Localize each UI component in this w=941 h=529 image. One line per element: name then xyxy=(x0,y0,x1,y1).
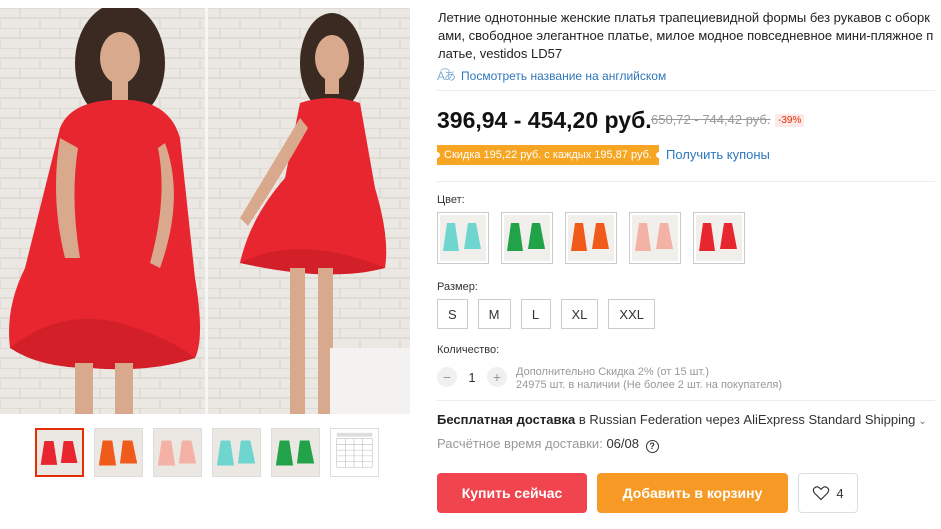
original-price: 650,72 - 744,42 руб. xyxy=(651,112,771,127)
get-coupons-link[interactable]: Получить купоны xyxy=(666,147,770,162)
add-to-cart-button[interactable]: Добавить в корзину xyxy=(597,473,788,513)
quantity-decrease-button[interactable]: − xyxy=(437,367,457,387)
thumbnail-red[interactable] xyxy=(35,428,84,477)
thumbnail-orange[interactable] xyxy=(94,428,143,477)
bulk-discount-text: Дополнительно Скидка 2% (от 15 шт.) xyxy=(516,366,710,378)
thumbnail-size-chart[interactable] xyxy=(330,428,379,477)
quantity-stepper: − 1 + xyxy=(437,367,507,387)
size-label: Размер: xyxy=(437,281,478,293)
quantity-label: Количество: xyxy=(437,344,500,356)
divider xyxy=(437,400,935,401)
quantity-value[interactable]: 1 xyxy=(457,370,487,385)
divider xyxy=(437,181,935,182)
quantity-increase-button[interactable]: + xyxy=(487,367,507,387)
stock-text: 24975 шт. в наличии (Не более 2 шт. на п… xyxy=(516,379,783,391)
main-product-image[interactable] xyxy=(0,8,410,414)
translate-icon: A͡あ xyxy=(437,69,456,83)
size-option-m[interactable]: M xyxy=(477,299,511,329)
thumbnail-strip xyxy=(35,428,379,477)
chevron-down-icon: ⌄ xyxy=(918,416,927,427)
size-option-l[interactable]: L xyxy=(520,299,551,329)
thumbnail-pink[interactable] xyxy=(153,428,202,477)
color-swatch-red[interactable] xyxy=(693,212,745,264)
current-price: 396,94 - 454,20 руб. xyxy=(437,107,652,133)
shipping-info[interactable]: Бесплатная доставка в Russian Federation… xyxy=(437,412,927,427)
size-option-xxl[interactable]: XXL xyxy=(608,299,655,329)
color-swatch-aqua[interactable] xyxy=(437,212,489,264)
buy-now-button[interactable]: Купить сейчас xyxy=(437,473,587,513)
help-icon[interactable]: ? xyxy=(645,440,659,453)
coupon-badge: Скидка 195,22 руб. с каждых 195,87 руб. xyxy=(434,145,662,165)
color-label: Цвет: xyxy=(437,194,465,206)
delivery-date: 06/08 xyxy=(606,436,639,451)
translate-title-link[interactable]: A͡あ Посмотреть название на английском xyxy=(437,67,666,84)
divider xyxy=(437,90,935,91)
size-option-s[interactable]: S xyxy=(437,299,468,329)
delivery-estimate-label: Расчётное время доставки: xyxy=(437,436,603,451)
color-options xyxy=(437,212,745,264)
heart-icon xyxy=(813,486,830,501)
translate-link-label: Посмотреть название на английском xyxy=(461,68,667,83)
quantity-info: Дополнительно Скидка 2% (от 15 шт.) 2497… xyxy=(516,366,782,392)
product-title: Летние однотонные женские платья трапеци… xyxy=(438,10,934,61)
size-option-xl[interactable]: XL xyxy=(560,299,599,329)
shipping-details: в Russian Federation через AliExpress St… xyxy=(575,412,916,427)
size-options: S M L XL XXL xyxy=(437,299,655,329)
free-shipping-label: Бесплатная доставка xyxy=(437,412,576,427)
delivery-estimate: Расчётное время доставки: 06/08 ? xyxy=(437,436,659,453)
color-swatch-orange[interactable] xyxy=(565,212,617,264)
color-swatch-green[interactable] xyxy=(501,212,553,264)
color-swatch-pink[interactable] xyxy=(629,212,681,264)
wishlist-button[interactable]: 4 xyxy=(798,473,858,513)
thumbnail-aqua[interactable] xyxy=(212,428,261,477)
thumbnail-green[interactable] xyxy=(271,428,320,477)
discount-badge: -39% xyxy=(775,114,805,127)
wishlist-count: 4 xyxy=(836,485,844,501)
